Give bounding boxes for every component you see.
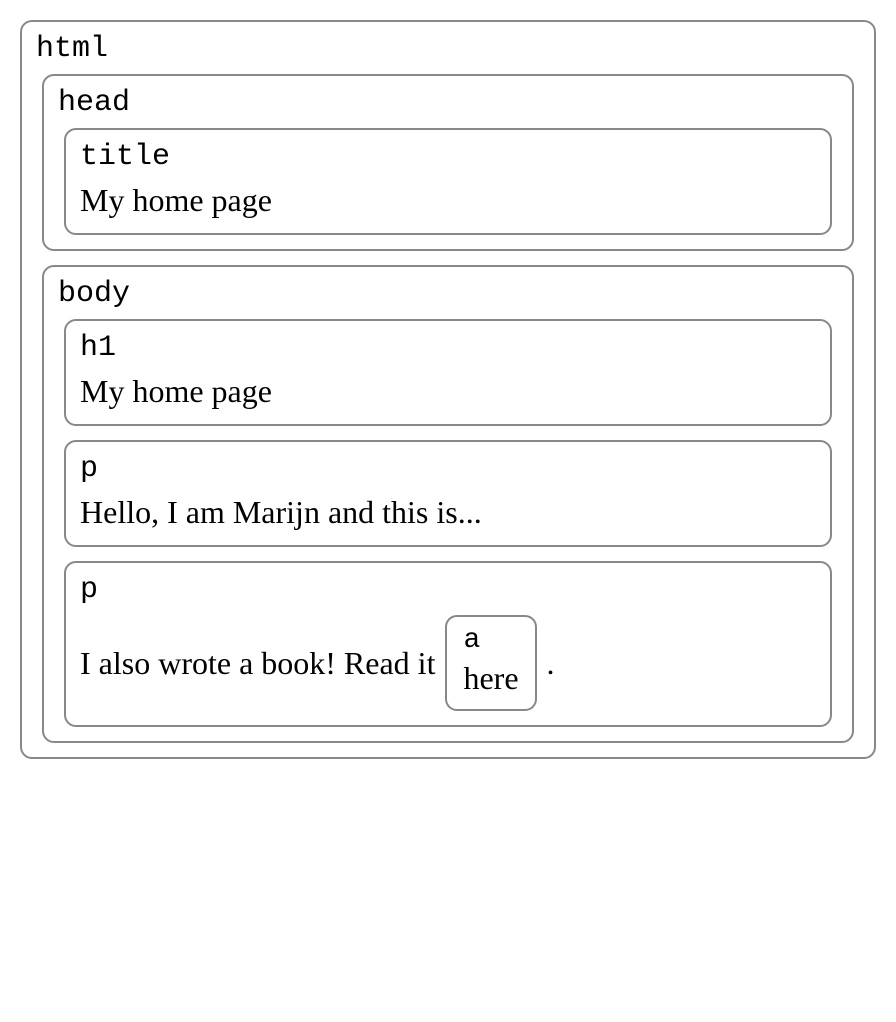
p2-text-before: I also wrote a book! Read it (80, 645, 435, 682)
h1-tag-label: h1 (80, 331, 816, 365)
p2-node: p I also wrote a book! Read it a here . (64, 561, 832, 727)
p1-text: Hello, I am Marijn and this is... (80, 494, 482, 530)
title-tag-label: title (80, 140, 816, 174)
p2-tag-label: p (80, 573, 816, 607)
title-node: title My home page (64, 128, 832, 235)
body-tag-label: body (58, 277, 838, 311)
h1-node: h1 My home page (64, 319, 832, 426)
h1-text: My home page (80, 373, 272, 409)
p2-text-after: . (547, 645, 555, 682)
a-node: a here (445, 615, 536, 711)
body-node: body h1 My home page p Hello, I am Marij… (42, 265, 854, 743)
head-node: head title My home page (42, 74, 854, 251)
p1-tag-label: p (80, 452, 816, 486)
a-tag-label: a (463, 625, 518, 656)
a-text: here (463, 660, 518, 696)
html-tag-label: html (36, 32, 860, 66)
head-tag-label: head (58, 86, 838, 120)
title-text: My home page (80, 182, 272, 218)
p1-node: p Hello, I am Marijn and this is... (64, 440, 832, 547)
html-node: html head title My home page body h1 My … (20, 20, 876, 759)
